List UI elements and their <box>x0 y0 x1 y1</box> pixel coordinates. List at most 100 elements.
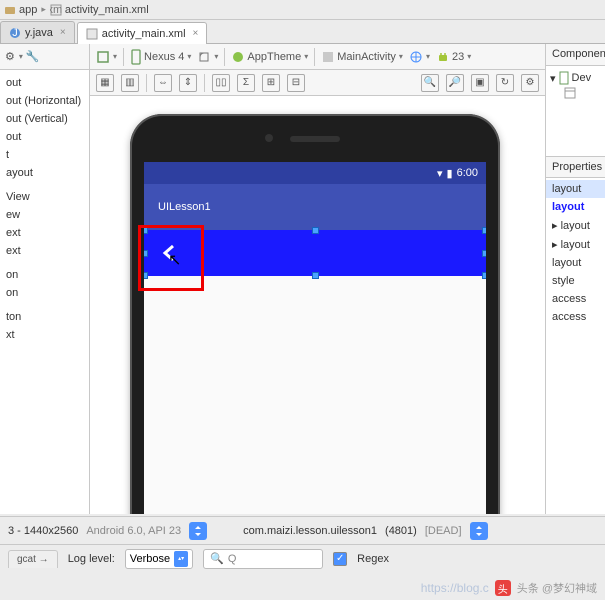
property-row[interactable]: layout <box>546 180 605 198</box>
palette-item[interactable]: ext <box>0 242 89 260</box>
align-button[interactable]: ⇔ <box>154 74 172 92</box>
palette-item[interactable]: ext <box>0 224 89 242</box>
refresh-button[interactable]: ↻ <box>496 74 514 92</box>
device-screen[interactable]: ▾ ▮ 6:00 UILesson1 <box>144 162 486 514</box>
palette-item[interactable]: ayout <box>0 164 89 182</box>
xml-file-icon <box>86 28 98 40</box>
folder-icon <box>4 4 16 16</box>
zoom-out-button[interactable]: 🔎 <box>446 74 464 92</box>
layout-mode-button[interactable]: ▦ <box>96 74 114 92</box>
property-row[interactable]: access <box>546 308 605 326</box>
distribute-button[interactable]: ⊞ <box>262 74 280 92</box>
design-editor: Nexus 4 AppTheme MainActivity 23 ▦ ▥ <box>90 44 545 514</box>
breadcrumb-file-label: activity_main.xml <box>65 4 149 16</box>
stepper-button[interactable] <box>470 522 488 540</box>
theme-selector[interactable]: AppTheme <box>231 50 308 64</box>
speaker-slot <box>290 136 340 142</box>
selection-handle[interactable] <box>312 272 319 279</box>
palette-item[interactable]: xt <box>0 326 89 344</box>
tree-row[interactable]: ▾ Dev <box>548 70 603 86</box>
status-time: 6:00 <box>457 167 478 179</box>
palette-dropdown[interactable] <box>18 52 23 61</box>
process-id: (4801) <box>385 525 417 537</box>
palette-config-button[interactable] <box>96 50 117 64</box>
properties-header: Properties <box>546 156 605 178</box>
selection-handle[interactable] <box>312 227 319 234</box>
locale-button[interactable] <box>409 50 430 64</box>
xml-file-icon: xml <box>50 4 62 16</box>
palette-item[interactable]: out (Vertical) <box>0 110 89 128</box>
tree-row[interactable] <box>548 86 603 100</box>
app-title: UILesson1 <box>158 201 211 213</box>
breadcrumb-folder[interactable]: app <box>4 4 37 16</box>
selection-handle[interactable] <box>482 227 486 234</box>
property-row[interactable]: layout <box>546 198 605 216</box>
palette-item[interactable]: out <box>0 74 89 92</box>
breadcrumb-folder-label: app <box>19 4 37 16</box>
design-canvas[interactable]: ▾ ▮ 6:00 UILesson1 <box>90 96 545 514</box>
palette-item[interactable]: out (Horizontal) <box>0 92 89 110</box>
distribute-button[interactable]: Σ <box>237 74 255 92</box>
property-row[interactable]: ▸ layout <box>546 235 605 254</box>
tab-java-file[interactable]: J y.java × <box>0 21 75 43</box>
align-button[interactable]: ⇕ <box>179 74 197 92</box>
settings-button[interactable]: ⚙ <box>521 74 539 92</box>
editor-tab-bar: J y.java × activity_main.xml × <box>0 20 605 44</box>
logcat-tab[interactable]: gcat → <box>8 550 58 568</box>
regex-label: Regex <box>357 553 389 565</box>
selection-handle[interactable] <box>482 272 486 279</box>
api-selector[interactable]: 23 <box>436 50 471 64</box>
zoom-fit-button[interactable]: ▣ <box>471 74 489 92</box>
breadcrumb-file[interactable]: xml activity_main.xml <box>50 4 149 16</box>
globe-icon <box>409 50 423 64</box>
device-resolution: 3 - 1440x2560 <box>8 525 78 537</box>
device-label: Nexus 4 <box>144 51 184 63</box>
theme-icon <box>231 50 245 64</box>
wrench-icon[interactable]: 🔧 <box>26 50 40 63</box>
palette-item[interactable]: t <box>0 146 89 164</box>
activity-selector[interactable]: MainActivity <box>321 50 403 64</box>
property-row[interactable]: access <box>546 290 605 308</box>
orientation-button[interactable] <box>197 50 218 64</box>
palette-item[interactable]: ton <box>0 308 89 326</box>
logcat-toolbar: gcat → Log level: Verbose ▴▾ 🔍 Q ✓ Regex <box>0 544 605 572</box>
search-icon: 🔍 <box>210 552 224 565</box>
expand-icon[interactable]: ▾ <box>550 72 556 85</box>
theme-label: AppTheme <box>247 51 301 63</box>
app-toolbar[interactable]: UILesson1 <box>144 184 486 230</box>
toutiao-icon: 头 <box>495 580 511 596</box>
gear-icon[interactable]: ⚙ <box>5 50 15 63</box>
phone-icon <box>130 49 142 65</box>
property-row[interactable]: ▸ layout <box>546 216 605 235</box>
battery-icon: ▮ <box>447 167 453 180</box>
device-os: Android 6.0, API 23 <box>86 525 181 537</box>
close-icon[interactable]: × <box>193 28 199 39</box>
component-tree[interactable]: ▾ Dev <box>546 66 605 156</box>
stepper-button[interactable] <box>189 522 207 540</box>
palette-item[interactable]: on <box>0 284 89 302</box>
device-selector[interactable]: Nexus 4 <box>130 49 191 65</box>
palette-item[interactable]: View <box>0 188 89 206</box>
layout-mode-button[interactable]: ▥ <box>121 74 139 92</box>
close-icon[interactable]: × <box>60 27 66 38</box>
properties-table[interactable]: layout layout ▸ layout ▸ layout layout s… <box>546 178 605 328</box>
log-level-select[interactable]: Verbose ▴▾ <box>125 549 193 569</box>
palette-item[interactable]: out <box>0 128 89 146</box>
layout-icon <box>564 87 576 99</box>
property-row[interactable]: layout <box>546 254 605 272</box>
device-status-bar: 3 - 1440x2560 Android 6.0, API 23 com.ma… <box>0 516 605 544</box>
palette-item[interactable]: on <box>0 266 89 284</box>
zoom-in-button[interactable]: 🔍 <box>421 74 439 92</box>
palette-item[interactable]: ew <box>0 206 89 224</box>
distribute-button[interactable]: ⊟ <box>287 74 305 92</box>
palette-toolbar: ⚙ 🔧 <box>0 44 89 70</box>
selection-handle[interactable] <box>482 250 486 257</box>
activity-icon <box>321 50 335 64</box>
regex-checkbox[interactable]: ✓ <box>333 552 347 566</box>
distribute-button[interactable]: ▯▯ <box>212 74 230 92</box>
select-arrows-icon: ▴▾ <box>174 551 188 567</box>
tab-activity-main[interactable]: activity_main.xml × <box>77 22 208 44</box>
log-search-input[interactable]: 🔍 Q <box>203 549 323 569</box>
property-row[interactable]: style <box>546 272 605 290</box>
process-status: [DEAD] <box>425 525 462 537</box>
